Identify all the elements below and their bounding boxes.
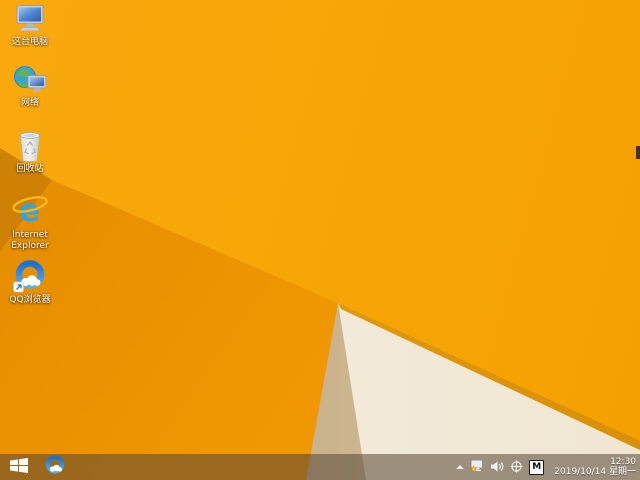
desktop-icon-label: 网络	[20, 98, 39, 108]
windows-logo-icon	[10, 457, 28, 477]
screen-edge-artifact	[636, 146, 640, 159]
this-pc-icon	[13, 3, 47, 35]
network-warning-icon[interactable]	[470, 458, 484, 477]
system-tray: M 12:30 2019/10/14 星期一	[456, 457, 640, 477]
desktop-screen: 这台电脑 网络 回收站 e Internet Explorer QQ浏览器 M …	[0, 0, 640, 480]
desktop-icon-label: 回收站	[16, 164, 44, 174]
volume-icon[interactable]	[490, 458, 504, 477]
network-icon	[12, 64, 48, 96]
taskbar: M 12:30 2019/10/14 星期一	[0, 454, 640, 480]
clock-time: 12:30	[610, 457, 636, 467]
desktop-icon-network[interactable]: 网络	[3, 64, 57, 109]
ime-mode-indicator[interactable]: M	[529, 459, 545, 475]
recycle-bin-icon	[17, 130, 43, 162]
show-hidden-icons-button[interactable]	[456, 465, 465, 469]
desktop-icon-internet-explorer[interactable]: e Internet Explorer	[3, 192, 57, 252]
desktop-icon-label: Internet Explorer	[11, 230, 49, 251]
desktop-icon-recycle-bin[interactable]: 回收站	[3, 130, 57, 175]
crosshair-tool-icon[interactable]	[510, 458, 523, 477]
internet-explorer-icon: e	[11, 192, 49, 228]
taskbar-pinned-qq-browser[interactable]	[38, 454, 72, 480]
qq-browser-icon	[12, 259, 48, 293]
taskbar-clock[interactable]: 12:30 2019/10/14 星期一	[550, 457, 636, 477]
desktop-icon-qq-browser[interactable]: QQ浏览器	[3, 259, 57, 306]
start-button[interactable]	[0, 454, 38, 480]
clock-date: 2019/10/14 星期一	[554, 467, 636, 477]
qq-browser-icon	[45, 455, 65, 479]
desktop-icon-this-pc[interactable]: 这台电脑	[3, 3, 57, 48]
desktop-icon-label: 这台电脑	[11, 37, 48, 47]
desktop-icon-label: QQ浏览器	[9, 295, 51, 305]
